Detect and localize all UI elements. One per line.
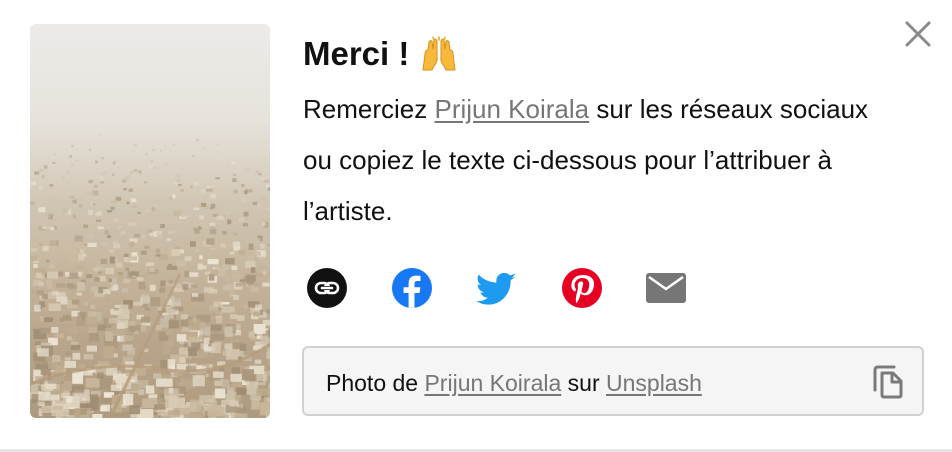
copy-link-button[interactable] [306, 267, 348, 309]
raising-hands-emoji-icon [419, 36, 459, 72]
facebook-icon [392, 268, 432, 308]
unsplash-link[interactable]: Unsplash [606, 370, 702, 396]
thank-you-dialog: Merci ! Remerciez Prijun Koirala sur les… [0, 0, 952, 452]
pinterest-icon [562, 268, 602, 308]
attribution-middle: sur [561, 370, 606, 396]
dialog-title: Merci ! [303, 30, 459, 78]
share-facebook-button[interactable] [391, 267, 433, 309]
photo-thumbnail [30, 24, 270, 418]
attribution-box: Photo de Prijun Koirala sur Unsplash [302, 346, 924, 416]
copy-attribution-button[interactable] [872, 365, 904, 399]
attribution-text: Photo de Prijun Koirala sur Unsplash [326, 348, 702, 414]
attribution-prefix: Photo de [326, 370, 425, 396]
twitter-icon [476, 272, 516, 305]
attribution-author-link[interactable]: Prijun Koirala [424, 370, 561, 396]
copy-icon [873, 365, 903, 399]
title-text: Merci ! [303, 35, 410, 72]
share-email-button[interactable] [645, 267, 687, 309]
thank-you-message: Remerciez Prijun Koirala sur les réseaux… [303, 84, 903, 237]
email-icon [646, 273, 686, 303]
close-icon [905, 21, 931, 47]
link-icon [307, 268, 347, 308]
close-button[interactable] [898, 14, 938, 54]
author-link[interactable]: Prijun Koirala [434, 94, 589, 124]
message-prefix: Remerciez [303, 94, 435, 124]
share-twitter-button[interactable] [476, 267, 518, 309]
share-pinterest-button[interactable] [561, 267, 603, 309]
